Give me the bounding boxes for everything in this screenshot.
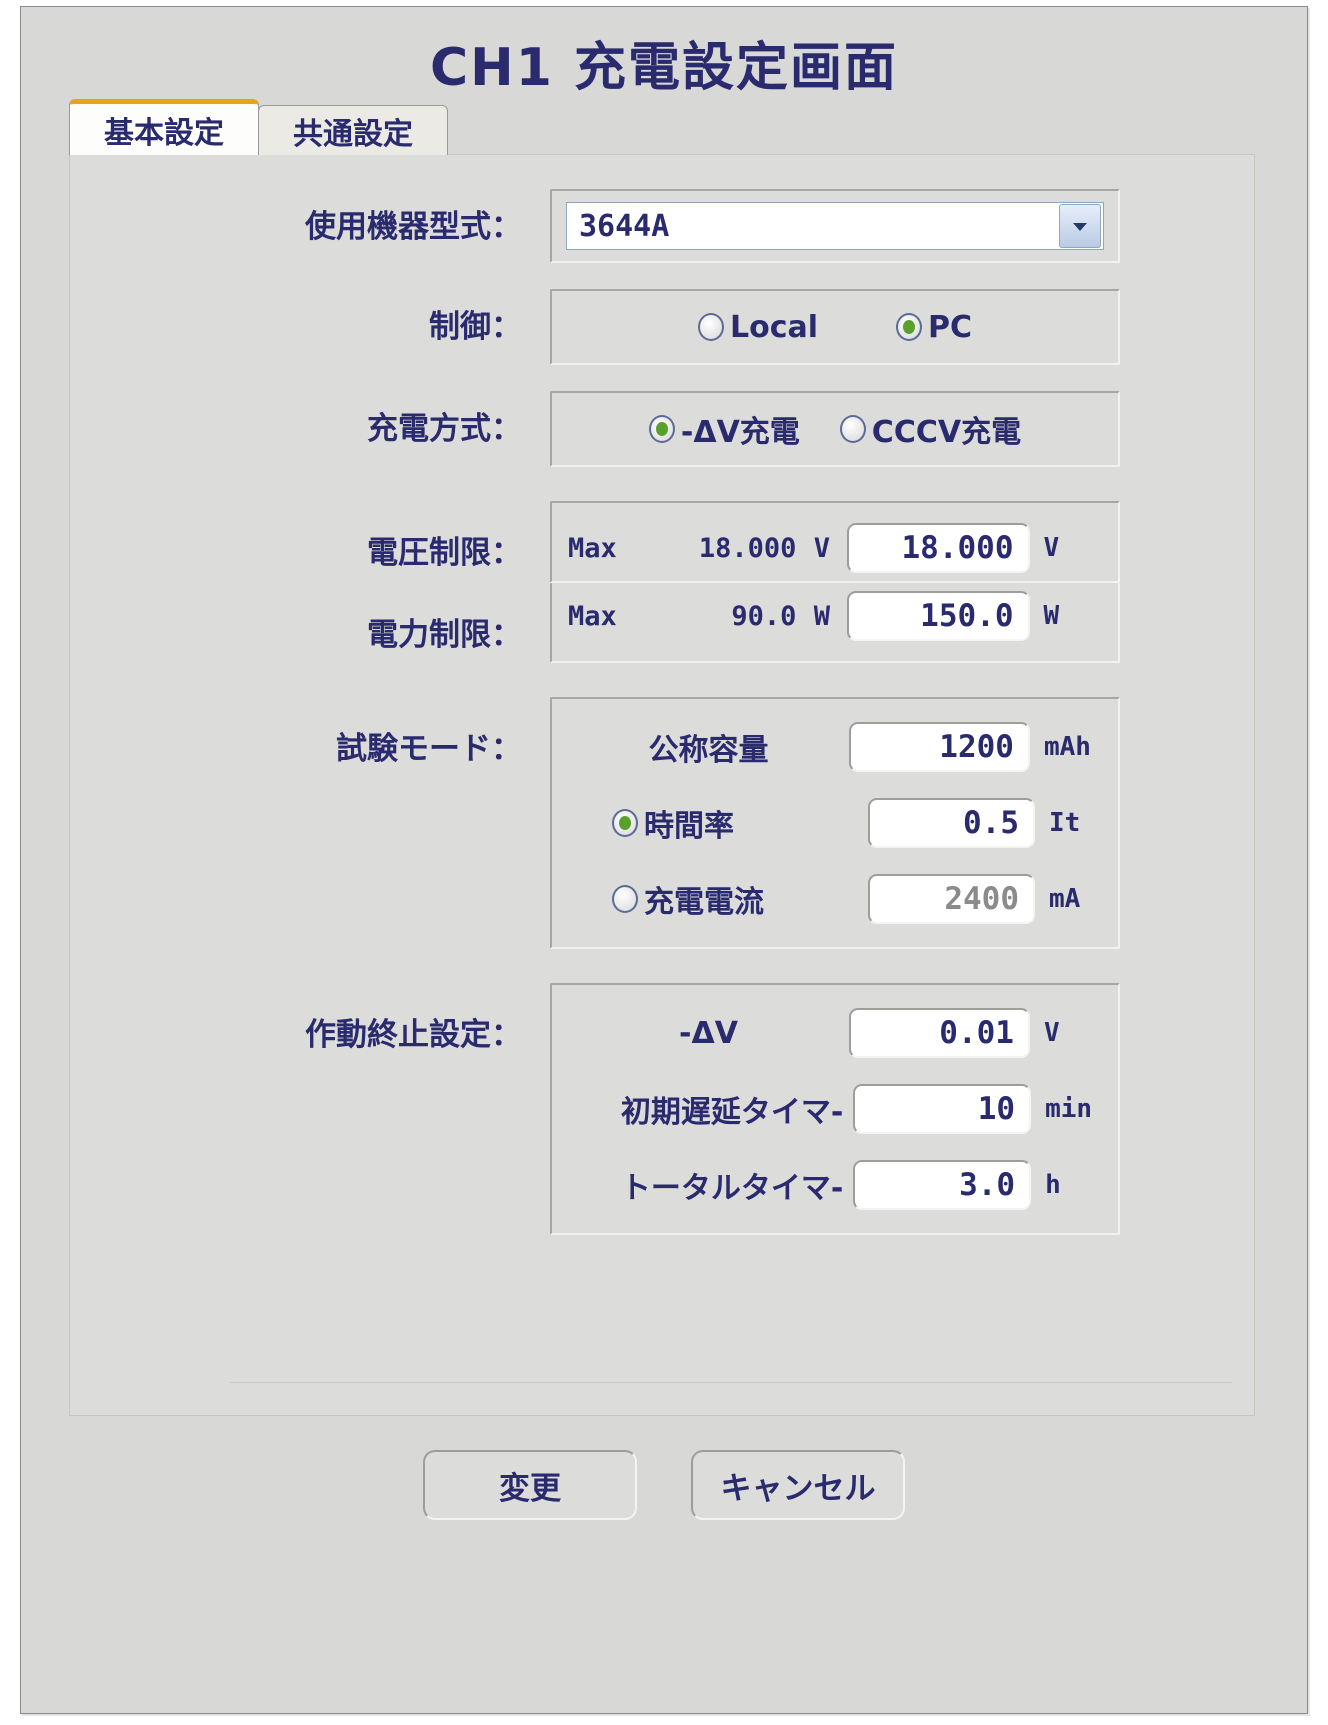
charge-method-label: 充電方式： bbox=[367, 411, 522, 447]
charge-method-group: -ΔV充電 CCCV充電 bbox=[550, 391, 1120, 467]
device-model-value: 3644A bbox=[579, 208, 670, 244]
radio-charge-method-dv[interactable]: -ΔV充電 bbox=[648, 407, 800, 451]
radio-control-pc-label: PC bbox=[928, 309, 973, 345]
initial-delay-timer-unit: min bbox=[1045, 1094, 1093, 1124]
nominal-capacity-unit: mAh bbox=[1043, 732, 1091, 762]
total-timer-unit: h bbox=[1045, 1170, 1061, 1200]
radio-charge-current[interactable]: 充電電流 bbox=[568, 877, 868, 921]
voltage-limit-label: 電圧制限： bbox=[367, 535, 522, 571]
radio-control-local-label: Local bbox=[729, 309, 819, 345]
voltage-limit-unit: V bbox=[1043, 533, 1060, 563]
radio-hour-rate[interactable]: 時間率 bbox=[568, 801, 868, 845]
radio-charge-method-cccv[interactable]: CCCV充電 bbox=[839, 407, 1022, 451]
device-model-group: 3644A bbox=[550, 189, 1120, 263]
initial-delay-timer-label: 初期遅延タイマ- bbox=[620, 1095, 844, 1130]
termination-label: 作動終止設定： bbox=[305, 1017, 522, 1053]
total-timer-line: トータルタイマ- 3.0 h bbox=[568, 1147, 1102, 1223]
row-test-mode: 試験モード： 公称容量 1200 mAh 時間率 0.5 It 充電電流 240… bbox=[70, 697, 1254, 949]
power-limit-input[interactable]: 150.0 bbox=[847, 591, 1030, 641]
radio-charge-method-dv-label: -ΔV充電 bbox=[680, 415, 800, 450]
dialog-button-bar: 変更 キャンセル bbox=[21, 1450, 1307, 1520]
radio-on-icon bbox=[648, 415, 675, 443]
voltage-max-label: Max bbox=[568, 532, 617, 564]
tab-basic-settings-label: 基本設定 bbox=[104, 115, 224, 151]
termination-group: -ΔV 0.01 V 初期遅延タイマ- 10 min トータルタイマ- 3.0 … bbox=[550, 983, 1120, 1235]
device-model-combobox[interactable]: 3644A bbox=[566, 202, 1104, 250]
initial-delay-timer-input[interactable]: 10 bbox=[853, 1084, 1032, 1134]
hour-rate-input[interactable]: 0.5 bbox=[868, 798, 1036, 848]
radio-control-local[interactable]: Local bbox=[697, 309, 819, 345]
tab-content-panel: 使用機器型式： 3644A 制御： Local PC 充電方式： -ΔV充電 C… bbox=[69, 154, 1255, 1416]
total-timer-label: トータルタイマ- bbox=[620, 1171, 844, 1206]
row-termination: 作動終止設定： -ΔV 0.01 V 初期遅延タイマ- 10 min トータルタ… bbox=[70, 983, 1254, 1235]
cancel-button[interactable]: キャンセル bbox=[691, 1450, 905, 1520]
delta-v-label: -ΔV bbox=[679, 1015, 738, 1051]
power-limit-group: Max 90.0 W 150.0 W bbox=[550, 583, 1120, 663]
tab-common-settings[interactable]: 共通設定 bbox=[258, 105, 448, 155]
voltage-limit-input[interactable]: 18.000 bbox=[847, 523, 1030, 573]
voltage-limit-group: Max 18.000 V 18.000 V bbox=[550, 501, 1120, 583]
initial-delay-timer-line: 初期遅延タイマ- 10 min bbox=[568, 1071, 1102, 1147]
settings-window: CH1 充電設定画面 基本設定 共通設定 使用機器型式： 3644A 制御： L… bbox=[20, 6, 1308, 1714]
test-mode-label: 試験モード： bbox=[336, 731, 522, 767]
chevron-down-icon[interactable] bbox=[1059, 204, 1101, 248]
apply-button-label: 変更 bbox=[499, 1470, 561, 1507]
total-timer-input[interactable]: 3.0 bbox=[853, 1160, 1032, 1210]
radio-charge-method-cccv-label: CCCV充電 bbox=[871, 415, 1022, 450]
control-group: Local PC bbox=[550, 289, 1120, 365]
row-power-limit: 電力制限： Max 90.0 W 150.0 W bbox=[70, 583, 1254, 663]
power-max-value: 90.0 bbox=[731, 600, 797, 632]
device-model-label: 使用機器型式： bbox=[305, 209, 522, 245]
hour-rate-line: 時間率 0.5 It bbox=[568, 785, 1102, 861]
power-limit-line: Max 90.0 W 150.0 W bbox=[568, 585, 1102, 647]
control-label: 制御： bbox=[429, 309, 522, 345]
charge-current-unit: mA bbox=[1049, 884, 1081, 914]
tab-strip: 基本設定 共通設定 bbox=[69, 99, 1307, 155]
power-limit-unit: W bbox=[1043, 601, 1060, 631]
charge-current-line: 充電電流 2400 mA bbox=[568, 861, 1102, 937]
power-max-unit: W bbox=[813, 600, 830, 632]
hour-rate-unit: It bbox=[1049, 808, 1081, 838]
voltage-limit-line: Max 18.000 V 18.000 V bbox=[568, 517, 1102, 579]
row-control: 制御： Local PC bbox=[70, 289, 1254, 365]
title-bar: CH1 充電設定画面 bbox=[21, 7, 1307, 99]
power-max-label: Max bbox=[568, 600, 617, 632]
page-title: CH1 充電設定画面 bbox=[430, 38, 898, 98]
voltage-max-unit: V bbox=[813, 532, 830, 564]
radio-off-icon bbox=[697, 313, 724, 341]
radio-off-icon bbox=[612, 885, 638, 913]
hour-rate-label: 時間率 bbox=[644, 809, 734, 844]
radio-off-icon bbox=[839, 415, 866, 443]
cancel-button-label: キャンセル bbox=[720, 1470, 876, 1507]
charge-current-label: 充電電流 bbox=[644, 885, 764, 920]
row-voltage-limit: 電圧制限： Max 18.000 V 18.000 V bbox=[70, 501, 1254, 583]
tab-common-settings-label: 共通設定 bbox=[293, 116, 413, 152]
voltage-max-value: 18.000 bbox=[698, 532, 797, 564]
radio-control-pc[interactable]: PC bbox=[896, 310, 972, 345]
delta-v-line: -ΔV 0.01 V bbox=[568, 995, 1102, 1071]
radio-on-icon bbox=[896, 313, 923, 341]
delta-v-unit: V bbox=[1043, 1018, 1060, 1048]
test-mode-group: 公称容量 1200 mAh 時間率 0.5 It 充電電流 2400 mA bbox=[550, 697, 1120, 949]
charge-current-input[interactable]: 2400 bbox=[868, 874, 1036, 924]
nominal-capacity-line: 公称容量 1200 mAh bbox=[568, 709, 1102, 785]
row-device-model: 使用機器型式： 3644A bbox=[70, 189, 1254, 263]
nominal-capacity-label: 公称容量 bbox=[648, 733, 769, 768]
nominal-capacity-input[interactable]: 1200 bbox=[848, 722, 1030, 772]
delta-v-input[interactable]: 0.01 bbox=[848, 1008, 1030, 1058]
panel-divider bbox=[230, 1382, 1232, 1383]
tab-basic-settings[interactable]: 基本設定 bbox=[69, 99, 259, 155]
row-charge-method: 充電方式： -ΔV充電 CCCV充電 bbox=[70, 391, 1254, 467]
power-limit-label: 電力制限： bbox=[367, 617, 522, 653]
apply-button[interactable]: 変更 bbox=[423, 1450, 637, 1520]
radio-on-icon bbox=[612, 809, 638, 837]
